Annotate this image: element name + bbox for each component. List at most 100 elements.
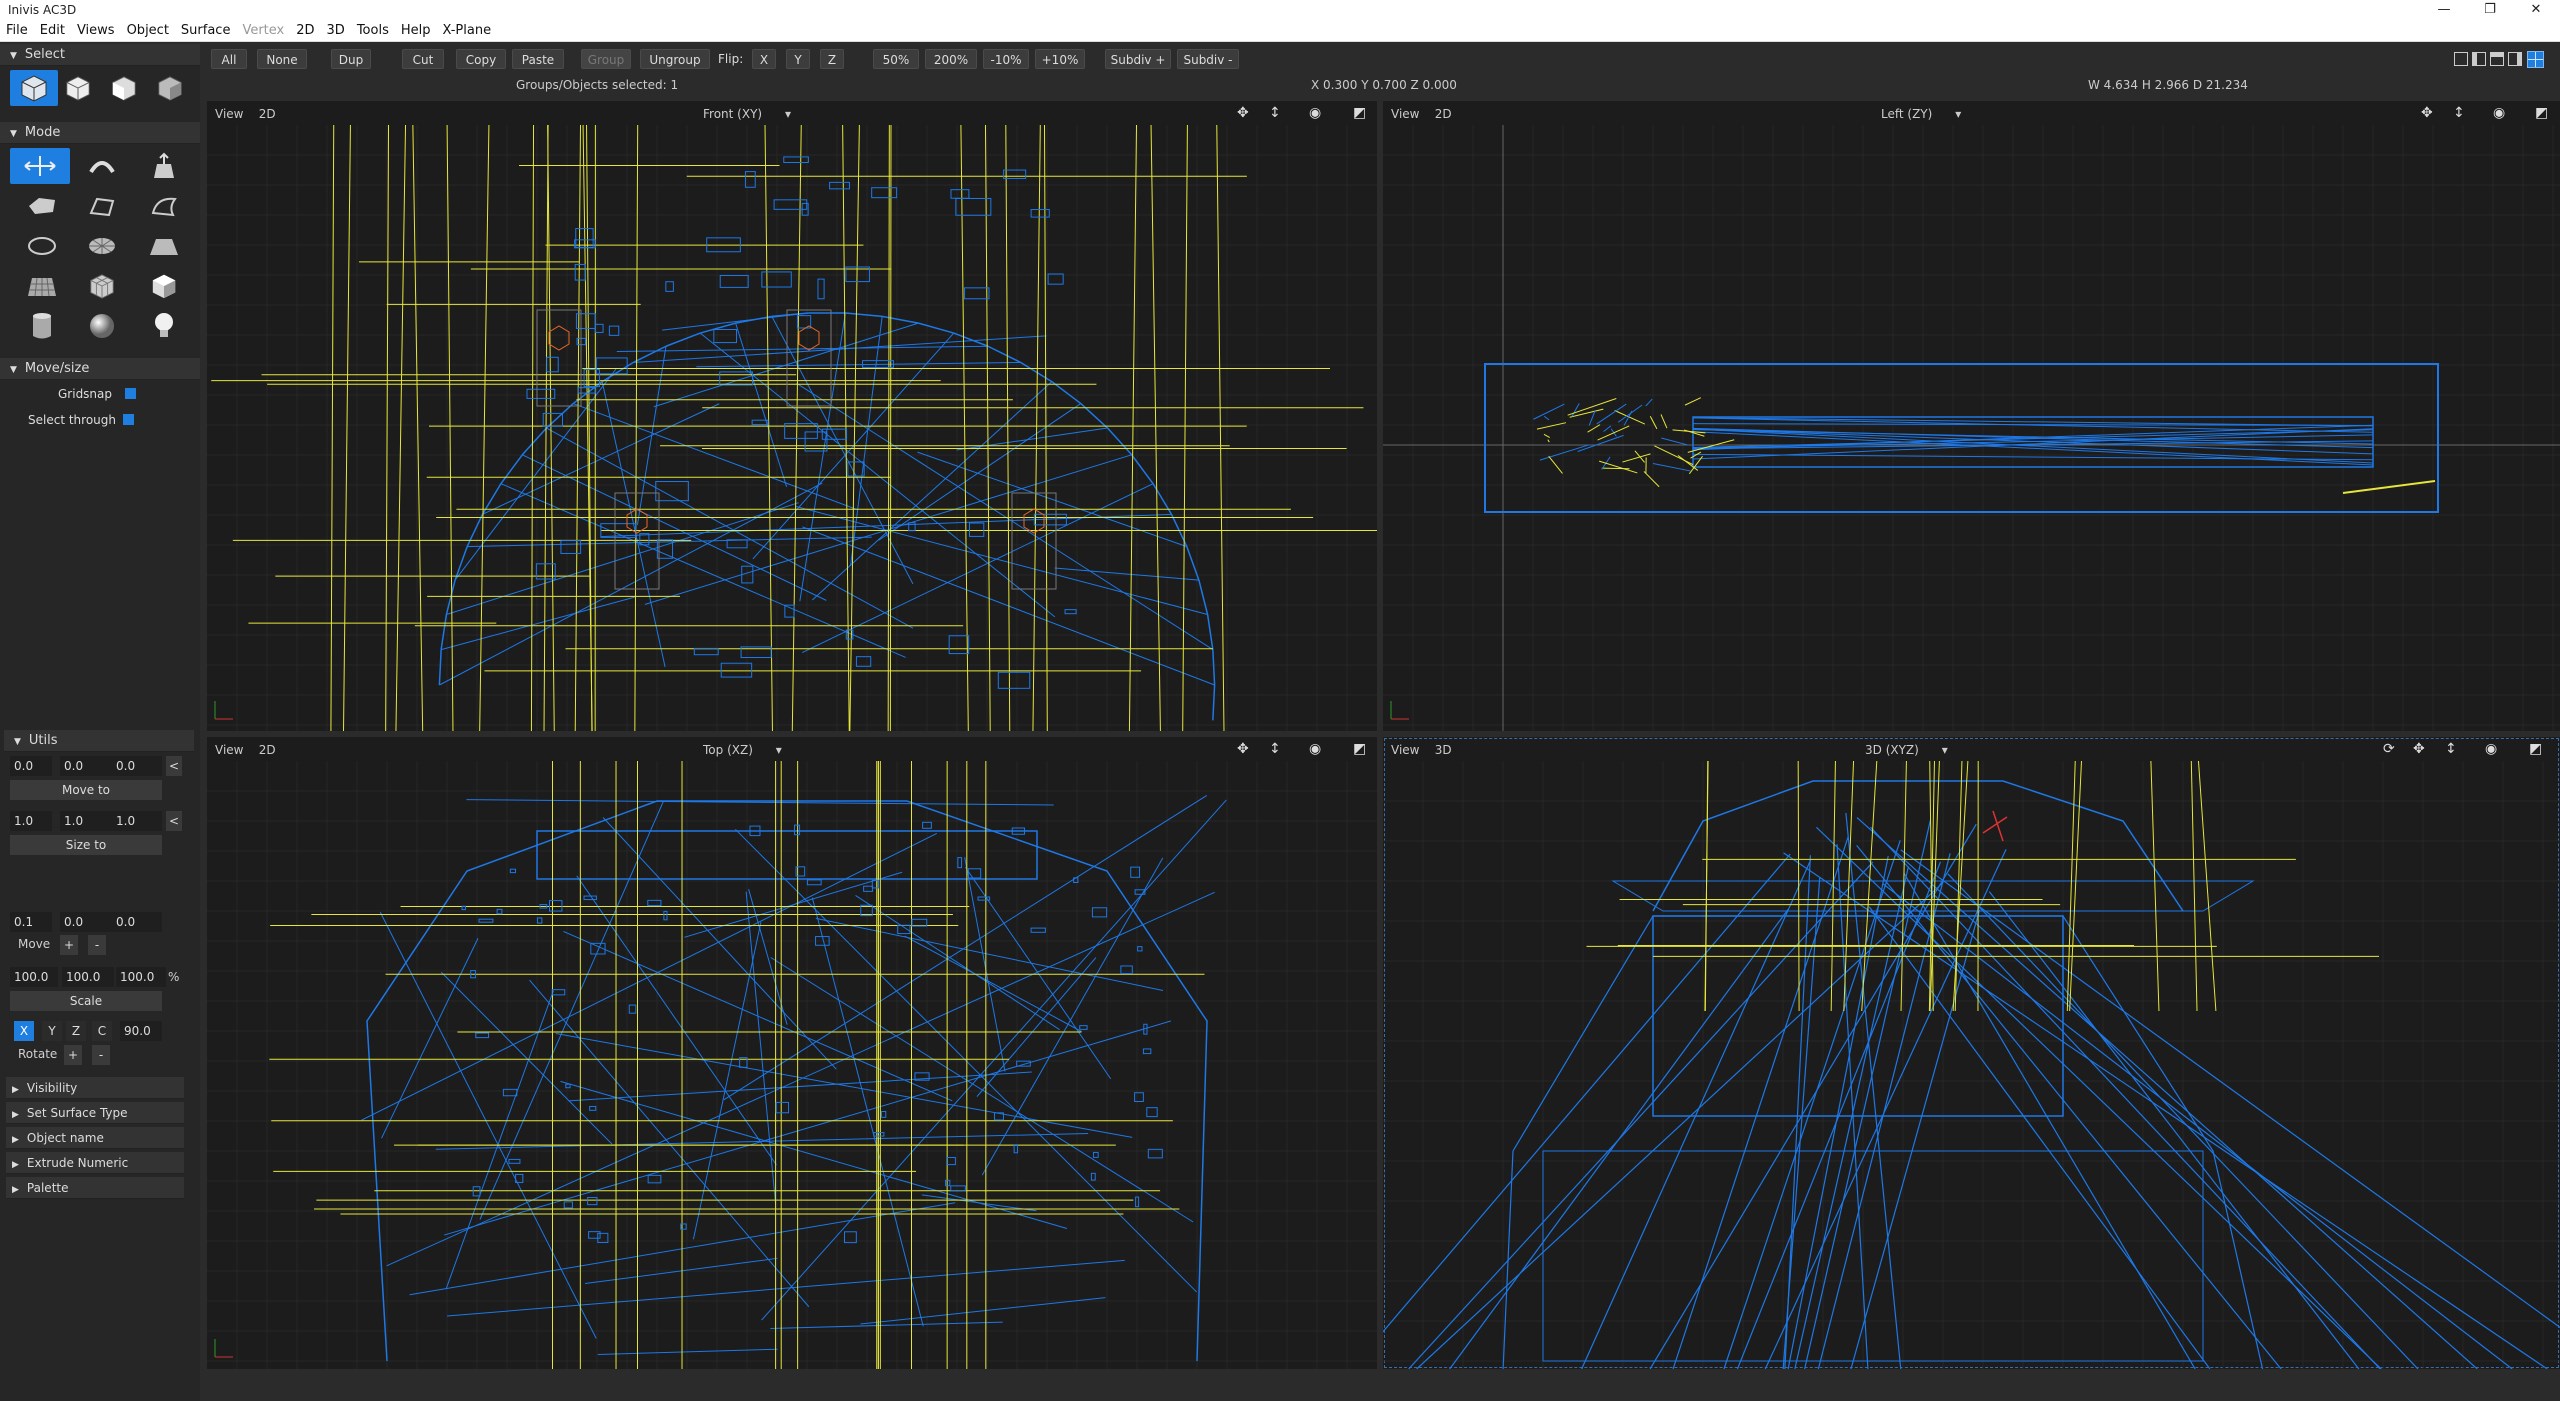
axis-y-toggle[interactable]: Y	[42, 1021, 62, 1041]
zoom-50-button[interactable]: 50%	[873, 49, 919, 69]
size-to-button[interactable]: Size to	[10, 835, 162, 855]
menu-3d[interactable]: 3D	[321, 20, 351, 38]
box-tool[interactable]	[140, 268, 188, 304]
zoom-200-button[interactable]: 200%	[925, 49, 977, 69]
circle-tool[interactable]	[18, 228, 66, 264]
dup-button[interactable]: Dup	[331, 49, 371, 69]
menu-tools[interactable]: Tools	[351, 20, 395, 38]
zoom-plus-button[interactable]: +10%	[1035, 49, 1085, 69]
subdiv-minus-button[interactable]: Subdiv -	[1177, 49, 1239, 69]
select-vertex-tool[interactable]	[146, 70, 194, 106]
layout-three-alt-icon[interactable]	[2508, 52, 2522, 66]
gridsnap-toggle[interactable]: Gridsnap	[58, 387, 178, 401]
layout-two-icon[interactable]	[2472, 52, 2486, 66]
rectangle-tool[interactable]	[140, 228, 188, 264]
rotate-mode-tool[interactable]	[78, 148, 126, 184]
select-object-tool[interactable]	[54, 70, 102, 106]
size-x-input[interactable]: 1.0	[10, 811, 52, 831]
view-selector[interactable]: Left (ZY) ▾	[1881, 107, 1961, 121]
viewport-top[interactable]: View 2D Top (XZ) ▾ ✥ ↕ ◉ ◩	[207, 737, 1377, 1369]
select-through-checkbox[interactable]	[123, 414, 134, 425]
layout-single-icon[interactable]	[2454, 52, 2468, 66]
select-all-button[interactable]: All	[211, 49, 247, 69]
flip-y-button[interactable]: Y	[786, 49, 810, 69]
view-selector[interactable]: 3D (XYZ) ▾	[1865, 743, 1948, 757]
layout-three-icon[interactable]	[2490, 52, 2504, 66]
zoom-icon[interactable]: ↕	[2453, 105, 2465, 121]
curve-tool[interactable]	[140, 188, 188, 224]
viewport-left[interactable]: View 2D Left (ZY) ▾ ✥ ↕ ◉ ◩	[1383, 101, 2560, 731]
pan-icon[interactable]: ✥	[2421, 105, 2433, 121]
menu-help[interactable]: Help	[395, 20, 437, 38]
maximize-view-icon[interactable]: ◩	[1353, 105, 1366, 121]
move-size-section-header[interactable]: ▼ Move/size	[0, 358, 200, 380]
flip-z-button[interactable]: Z	[820, 49, 844, 69]
maximize-view-icon[interactable]: ◩	[2529, 741, 2542, 757]
size-y-input[interactable]: 1.0	[60, 811, 112, 831]
view-menu[interactable]: View 2D	[1391, 107, 1452, 121]
scale-y-input[interactable]: 100.0	[62, 967, 114, 987]
view-menu[interactable]: View 2D	[215, 107, 276, 121]
group-button[interactable]: Group	[581, 49, 631, 69]
menu-xplane[interactable]: X-Plane	[436, 20, 497, 38]
get-position-button[interactable]: <	[166, 756, 182, 776]
paste-button[interactable]: Paste	[512, 49, 564, 69]
object-name-section[interactable]: ▶ Object name	[6, 1127, 184, 1149]
light-tool[interactable]	[140, 308, 188, 344]
move-plus-button[interactable]: +	[60, 935, 78, 955]
move-to-button[interactable]: Move to	[10, 780, 162, 800]
menu-2d[interactable]: 2D	[290, 20, 320, 38]
mesh-tool[interactable]	[18, 268, 66, 304]
move-mode-tool[interactable]	[10, 148, 70, 184]
minimize-icon[interactable]: —	[2421, 0, 2467, 20]
sphere-tool[interactable]	[78, 308, 126, 344]
move-z-input[interactable]: 0.0	[112, 912, 162, 932]
flip-x-button[interactable]: X	[752, 49, 776, 69]
select-none-button[interactable]: None	[257, 49, 307, 69]
get-size-button[interactable]: <	[166, 811, 182, 831]
copy-button[interactable]: Copy	[456, 49, 506, 69]
scale-x-input[interactable]: 100.0	[10, 967, 58, 987]
cylinder-tool[interactable]	[18, 308, 66, 344]
surface-type-section[interactable]: ▶ Set Surface Type	[6, 1102, 184, 1124]
extrude-numeric-section[interactable]: ▶ Extrude Numeric	[6, 1152, 184, 1174]
disc-tool[interactable]	[78, 228, 126, 264]
mode-section-header[interactable]: ▼ Mode	[0, 122, 200, 144]
polyline-tool[interactable]	[78, 188, 126, 224]
rotate-plus-button[interactable]: +	[64, 1045, 82, 1065]
pan-icon[interactable]: ✥	[2413, 741, 2425, 757]
utils-section-header[interactable]: ▼ Utils	[4, 730, 194, 752]
subdivided-box-tool[interactable]	[78, 268, 126, 304]
eye-icon[interactable]: ◉	[2485, 741, 2497, 757]
scale-mode-tool[interactable]	[140, 148, 188, 184]
pos-z-input[interactable]: 0.0	[112, 756, 162, 776]
eye-icon[interactable]: ◉	[2493, 105, 2505, 121]
gridsnap-checkbox[interactable]	[125, 388, 136, 399]
move-minus-button[interactable]: -	[88, 935, 106, 955]
menu-surface[interactable]: Surface	[175, 20, 237, 38]
select-section-header[interactable]: ▼ Select	[0, 44, 200, 66]
close-icon[interactable]: ✕	[2513, 0, 2559, 20]
orbit-icon[interactable]: ⟳	[2383, 741, 2395, 757]
subdiv-plus-button[interactable]: Subdiv +	[1105, 49, 1171, 69]
pos-y-input[interactable]: 0.0	[60, 756, 112, 776]
size-z-input[interactable]: 1.0	[112, 811, 162, 831]
menu-views[interactable]: Views	[71, 20, 121, 38]
pos-x-input[interactable]: 0.0	[10, 756, 52, 776]
rotate-angle-input[interactable]: 90.0	[120, 1021, 162, 1041]
maximize-icon[interactable]: ❐	[2467, 0, 2513, 20]
select-through-toggle[interactable]: Select through	[28, 413, 188, 427]
zoom-minus-button[interactable]: -10%	[983, 49, 1029, 69]
ungroup-button[interactable]: Ungroup	[640, 49, 710, 69]
eye-icon[interactable]: ◉	[1309, 105, 1321, 121]
layout-four-icon[interactable]	[2527, 51, 2544, 68]
poly-tool[interactable]	[18, 188, 66, 224]
move-y-input[interactable]: 0.0	[60, 912, 112, 932]
select-surface-tool[interactable]	[100, 70, 148, 106]
pan-icon[interactable]: ✥	[1237, 741, 1249, 757]
zoom-icon[interactable]: ↕	[1269, 105, 1281, 121]
maximize-view-icon[interactable]: ◩	[1353, 741, 1366, 757]
select-group-tool[interactable]	[10, 70, 58, 106]
rotate-minus-button[interactable]: -	[92, 1045, 110, 1065]
menu-edit[interactable]: Edit	[34, 20, 71, 38]
